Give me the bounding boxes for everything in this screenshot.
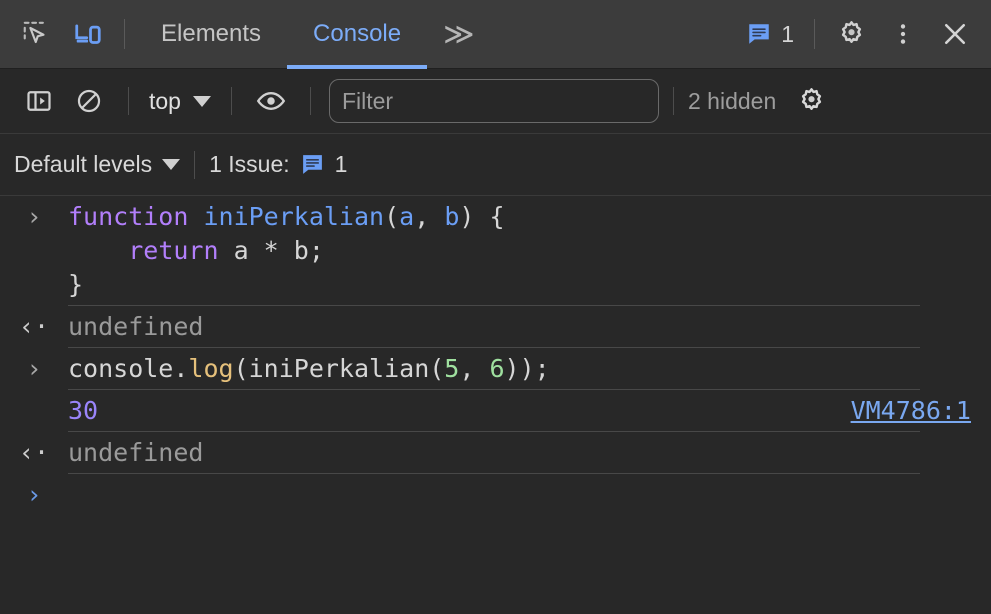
issues-summary-label: 1 Issue:: [209, 151, 290, 177]
console-message-input[interactable]: › function iniPerkalian(a, b) { return a …: [0, 196, 991, 306]
tab-elements-label: Elements: [161, 20, 262, 47]
console-message-body: console.log(iniPerkalian(5, 6));: [68, 352, 991, 386]
token-pl: ));: [504, 354, 550, 383]
token-kw: return: [128, 236, 219, 265]
issues-count-label: 1: [781, 20, 794, 47]
token-fn: iniPerkalian: [203, 202, 385, 231]
console-output-arrow-icon: [0, 394, 68, 428]
log-levels-label: Default levels: [14, 151, 153, 177]
chevron-down-icon: [162, 159, 181, 170]
issues-summary-count: 1: [334, 151, 348, 177]
more-tabs-icon[interactable]: ≫: [427, 0, 487, 69]
devtools-window: Elements Console ≫ 1 top Filter 2 hidden…: [0, 0, 991, 614]
issues-summary-button[interactable]: 1 Issue: 1: [209, 151, 347, 178]
console-message-output[interactable]: ‹· undefined: [0, 432, 991, 474]
console-message-body: 30 VM4786:1: [68, 394, 991, 428]
token-fn: b: [444, 202, 460, 231]
tab-console-label: Console: [313, 20, 402, 47]
toolbar-divider-3: [309, 87, 311, 115]
issue-message-icon: [749, 24, 769, 44]
console-prompt-row[interactable]: ›: [0, 474, 991, 513]
issue-message-icon: [302, 155, 322, 174]
clear-console-icon[interactable]: [64, 78, 114, 124]
filter-input-wrapper[interactable]: [328, 79, 659, 123]
issues-counter-button[interactable]: 1: [736, 0, 804, 69]
toolbar-divider-4: [672, 87, 674, 115]
close-icon[interactable]: [929, 0, 981, 69]
toolbar2-divider: [194, 150, 196, 179]
token-muted: undefined: [68, 438, 204, 467]
console-toolbar: top 2 hidden: [0, 69, 991, 134]
toolbar-divider-2: [230, 87, 232, 115]
log-levels-selector[interactable]: Default levels: [14, 151, 181, 178]
token-num: 6: [489, 354, 505, 383]
tabbar-divider-2: [814, 19, 815, 49]
console-input-arrow-icon: ›: [26, 354, 42, 383]
device-toolbar-icon[interactable]: [62, 0, 114, 69]
console-message-body: function iniPerkalian(a, b) { return a *…: [68, 200, 991, 302]
token-pl: ,: [414, 202, 445, 231]
execution-context-selector[interactable]: top: [143, 88, 217, 115]
console-message-body: undefined: [68, 310, 991, 344]
console-output-arrow-icon: ‹·: [18, 312, 50, 341]
console-message-text: undefined: [68, 310, 971, 344]
console-sidebar-icon[interactable]: [14, 78, 64, 124]
token-numout: 30: [68, 396, 99, 425]
console-prompt-input[interactable]: [68, 478, 991, 509]
chevron-down-icon: [192, 95, 211, 107]
tab-console[interactable]: Console: [287, 0, 428, 69]
token-pl: console.: [68, 354, 189, 383]
gear-icon[interactable]: [825, 0, 877, 69]
console-output-arrow-icon: ‹·: [18, 438, 50, 467]
console-filter-toolbar: Default levels 1 Issue: 1: [0, 134, 991, 196]
console-message-text: undefined: [68, 436, 971, 470]
console-message-body: undefined: [68, 436, 991, 470]
console-message-text: function iniPerkalian(a, b) { return a *…: [68, 200, 971, 302]
console-message-list[interactable]: › function iniPerkalian(a, b) { return a …: [0, 196, 991, 614]
source-location-link[interactable]: VM4786:1: [851, 394, 971, 428]
filter-input[interactable]: [341, 87, 646, 115]
token-kw: function: [68, 202, 204, 231]
token-num: 5: [444, 354, 460, 383]
devtools-tabbar: Elements Console ≫ 1: [0, 0, 991, 69]
console-message-text: 30: [68, 394, 851, 428]
inspect-element-icon[interactable]: [10, 0, 62, 69]
console-message-result[interactable]: 30 VM4786:1: [0, 390, 991, 432]
token-meth: log: [188, 354, 234, 383]
execution-context-label: top: [149, 87, 181, 114]
tab-elements[interactable]: Elements: [135, 0, 287, 69]
console-message-text: console.log(iniPerkalian(5, 6));: [68, 352, 971, 386]
token-muted: undefined: [68, 312, 204, 341]
console-message-input[interactable]: › console.log(iniPerkalian(5, 6));: [0, 348, 991, 390]
hidden-messages-label[interactable]: 2 hidden: [688, 88, 776, 115]
token-pl: (: [384, 202, 400, 231]
console-prompt-arrow-icon: ›: [26, 480, 42, 509]
token-pl: (iniPerkalian(: [233, 354, 445, 383]
console-settings-gear-icon[interactable]: [786, 78, 836, 124]
console-input-arrow-icon: ›: [26, 202, 42, 231]
tabbar-divider: [124, 19, 125, 49]
token-pl: ,: [459, 354, 490, 383]
token-fn: a: [399, 202, 415, 231]
live-expression-eye-icon[interactable]: [246, 78, 296, 124]
toolbar-divider-1: [128, 87, 129, 115]
console-message-output[interactable]: ‹· undefined: [0, 306, 991, 348]
kebab-menu-icon[interactable]: [877, 0, 929, 69]
